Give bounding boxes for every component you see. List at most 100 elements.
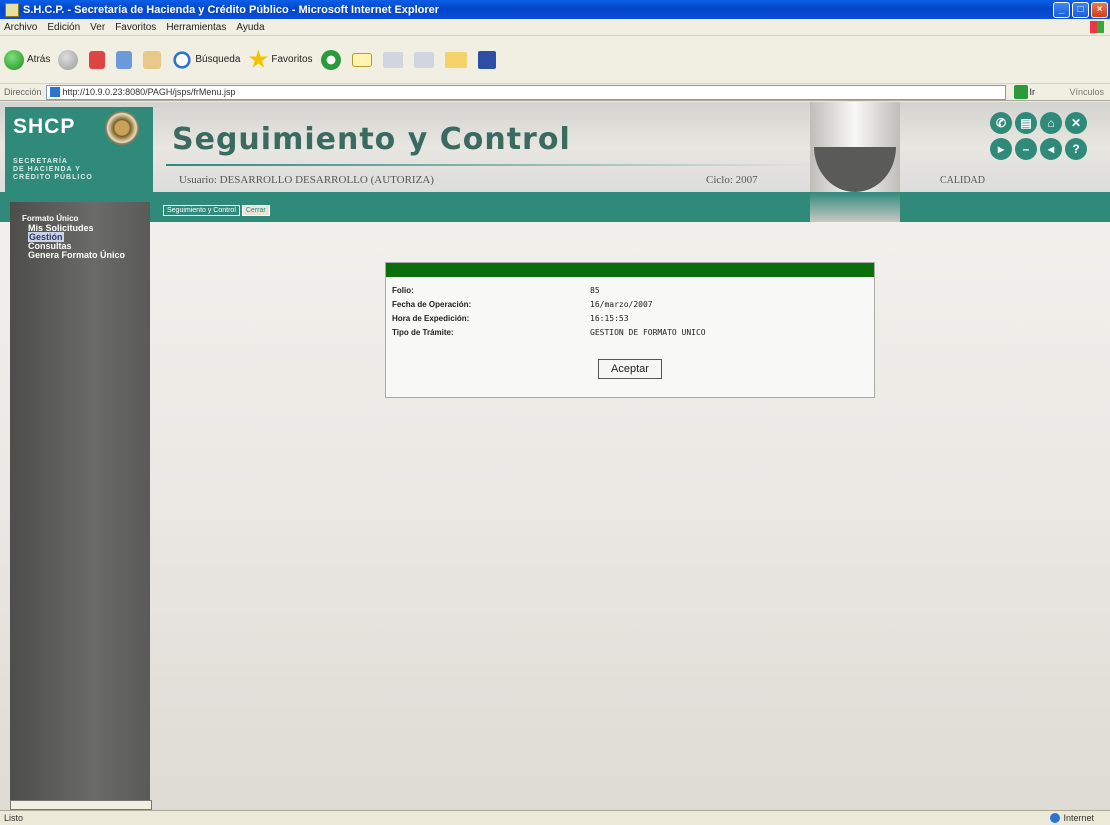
folio-label: Folio: (392, 286, 414, 295)
media-icon (320, 49, 341, 70)
messenger-icon (477, 50, 496, 69)
home-icon (143, 50, 162, 69)
go-arrow-icon[interactable] (1013, 85, 1028, 99)
favorites-button[interactable]: Favoritos (248, 49, 313, 70)
minimize-button[interactable]: _ (1053, 1, 1070, 18)
document-icon[interactable]: ▤ (1015, 112, 1037, 134)
mail-icon (351, 52, 372, 67)
fecha-value: 16/marzo/2007 (590, 300, 653, 309)
favorites-label: Favoritos (271, 54, 313, 65)
home-button[interactable] (143, 50, 164, 69)
top-tabs: Seguimiento y Control Cerrar (163, 205, 272, 216)
security-zone: Internet (1050, 813, 1094, 823)
menu-favoritos[interactable]: Favoritos (115, 22, 156, 33)
status-text: Listo (4, 813, 24, 823)
tipo-value: GESTION DE FORMATO UNICO (590, 328, 706, 337)
window-titlebar: S.H.C.P. - Secretaría de Hacienda y Créd… (0, 0, 1110, 19)
phone-icon[interactable]: ✆ (990, 112, 1012, 134)
minus-icon[interactable]: – (1015, 138, 1037, 160)
sidebar: Formato Único Mis Solicitudes Gestión Co… (10, 202, 150, 800)
sidebar-item-genera-formato[interactable]: Genera Formato Único (28, 250, 125, 260)
site-header: SHCP SECRETARÍA DE HACIENDA Y CRÉDITO PÚ… (0, 102, 1110, 192)
menu-herramientas[interactable]: Herramientas (166, 22, 226, 33)
close-button[interactable]: × (1091, 1, 1108, 18)
back-button[interactable]: Atrás (4, 49, 51, 70)
address-url: http://10.9.0.23:8080/PAGH/jsps/frMenu.j… (62, 87, 236, 97)
search-label: Búsqueda (195, 54, 241, 65)
tab-seguimiento[interactable]: Seguimiento y Control (163, 205, 240, 216)
band-notch (810, 192, 900, 222)
bowl-shape (814, 147, 896, 192)
media-button[interactable] (320, 49, 344, 70)
edit-icon (413, 51, 434, 68)
logo-sub-line: CRÉDITO PÚBLICO (13, 174, 93, 181)
calidad-label: CALIDAD (940, 175, 985, 186)
search-icon (172, 49, 193, 70)
go-button[interactable]: Ir (1030, 87, 1036, 97)
sidebar-title: Formato Único (22, 214, 79, 223)
hora-value: 16:15:53 (590, 314, 629, 323)
accept-button[interactable]: Aceptar (598, 359, 662, 379)
back-arrow-icon (4, 49, 24, 70)
links-button[interactable]: Vínculos (1069, 87, 1104, 97)
page-content: SHCP SECRETARÍA DE HACIENDA Y CRÉDITO PÚ… (0, 102, 1110, 810)
stop-icon (89, 50, 106, 69)
address-input[interactable]: http://10.9.0.23:8080/PAGH/jsps/frMenu.j… (45, 84, 1006, 100)
logo-text: SHCP (13, 115, 76, 138)
search-button[interactable]: Búsqueda (172, 49, 241, 70)
print-button[interactable] (382, 51, 406, 68)
browser-toolbar: Atrás Búsqueda Favoritos (0, 36, 1110, 84)
printer-icon (382, 51, 403, 68)
refresh-button[interactable] (116, 50, 135, 69)
home-nav-icon[interactable]: ⌂ (1040, 112, 1062, 134)
header-nav-icons: ✆ ▤ ⌂ ✕ ▸ – ◂ ? (990, 112, 1110, 172)
play-icon[interactable]: ▸ (990, 138, 1012, 160)
menu-ayuda[interactable]: Ayuda (236, 22, 264, 33)
folder-icon (444, 51, 467, 68)
page-icon (49, 87, 60, 97)
user-info: Usuario: DESARROLLO DESARROLLO (AUTORIZA… (179, 174, 434, 186)
back-label: Atrás (27, 54, 51, 65)
back-nav-icon[interactable]: ◂ (1040, 138, 1062, 160)
site-title: Seguimiento y Control (172, 122, 571, 157)
edit-button[interactable] (413, 51, 437, 68)
logo-subtitle: SECRETARÍA DE HACIENDA Y CRÉDITO PÚBLICO (13, 158, 93, 182)
folio-value: 85 (590, 286, 600, 295)
title-underline (166, 164, 816, 166)
shcp-logo: SHCP SECRETARÍA DE HACIENDA Y CRÉDITO PÚ… (5, 107, 153, 192)
address-label: Dirección (4, 87, 42, 97)
messenger-button[interactable] (477, 50, 499, 69)
folder-button[interactable] (444, 51, 470, 68)
logo-sub-line: DE HACIENDA Y (13, 166, 81, 173)
help-icon[interactable]: ? (1065, 138, 1087, 160)
national-seal-icon (105, 111, 139, 145)
globe-icon (1050, 813, 1061, 823)
tipo-label: Tipo de Trámite: (392, 328, 454, 337)
decorative-bowl (810, 102, 900, 192)
hora-label: Hora de Expedición: (392, 314, 470, 323)
close-nav-icon[interactable]: ✕ (1065, 112, 1087, 134)
zone-label: Internet (1063, 813, 1094, 823)
stop-button[interactable] (89, 50, 108, 69)
star-icon (248, 49, 268, 68)
mail-button[interactable] (351, 52, 375, 67)
windows-logo-icon (1090, 21, 1104, 33)
confirmation-panel: Folio: 85 Fecha de Operación: 16/marzo/2… (385, 262, 875, 398)
tab-cerrar[interactable]: Cerrar (241, 205, 270, 216)
window-title: S.H.C.P. - Secretaría de Hacienda y Créd… (23, 3, 440, 16)
sidebar-scrollbar[interactable] (10, 800, 152, 810)
maximize-button[interactable]: □ (1072, 1, 1089, 18)
forward-button[interactable] (58, 49, 81, 70)
address-bar: Dirección http://10.9.0.23:8080/PAGH/jsp… (0, 84, 1110, 101)
cycle-info: Ciclo: 2007 (706, 174, 758, 186)
ie-icon (5, 2, 19, 17)
menu-bar: Archivo Edición Ver Favoritos Herramient… (0, 19, 1110, 36)
menu-ver[interactable]: Ver (90, 22, 105, 33)
refresh-icon (116, 50, 133, 69)
menu-archivo[interactable]: Archivo (4, 22, 37, 33)
status-bar: Listo Internet (0, 810, 1110, 825)
menu-edicion[interactable]: Edición (47, 22, 80, 33)
forward-arrow-icon (58, 49, 79, 70)
logo-sub-line: SECRETARÍA (13, 158, 68, 165)
panel-header-bar (386, 263, 874, 277)
